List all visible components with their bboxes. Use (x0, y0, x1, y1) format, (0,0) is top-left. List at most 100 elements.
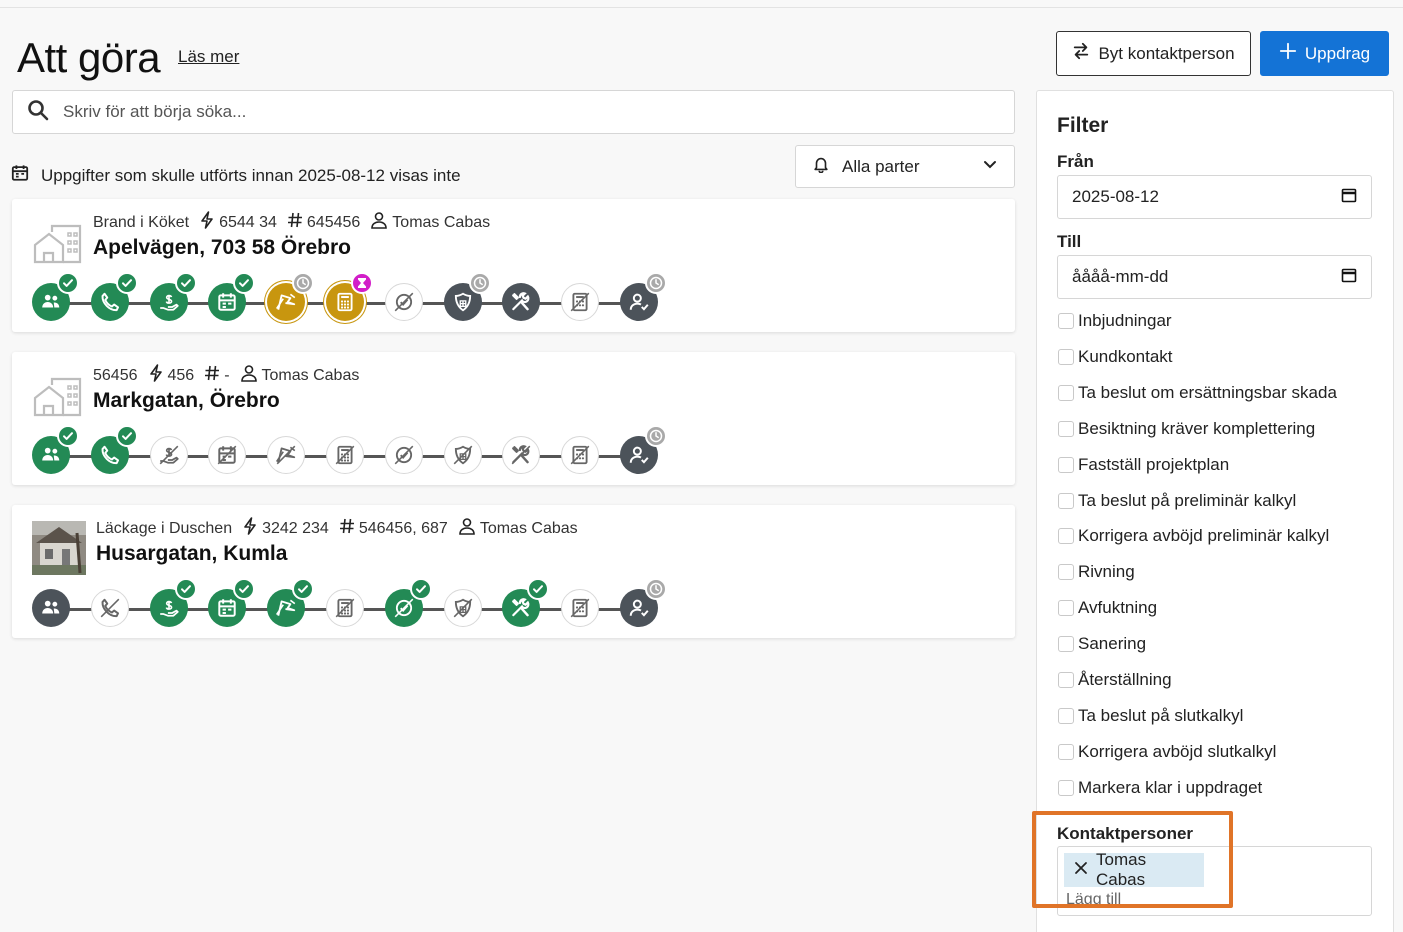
step-calendar[interactable] (208, 578, 256, 627)
clock-badge-icon (645, 578, 667, 600)
person-name: Tomas Cabas (479, 519, 578, 537)
filter-checkbox-row[interactable]: Markera klar i uppdraget (1058, 778, 1262, 798)
contacts-input[interactable]: Tomas Cabas Lägg till (1057, 846, 1372, 916)
filter-checkbox[interactable] (1058, 707, 1074, 724)
from-date-input[interactable]: 2025-08-12 (1057, 175, 1372, 219)
filter-checkbox-row[interactable]: Återställning (1058, 670, 1172, 690)
step-user-check[interactable] (620, 272, 667, 321)
filter-checkbox-row[interactable]: Korrigera avböjd preliminär kalkyl (1058, 526, 1329, 546)
filter-checkbox-label: Ta beslut på slutkalkyl (1078, 705, 1244, 725)
filter-checkbox[interactable] (1058, 348, 1074, 365)
step-calendar[interactable] (208, 436, 247, 474)
task-card[interactable]: Brand i Köket 6544 34 645456 Tomas Cabas Ape… (12, 199, 1015, 332)
reference-value: 645456 (306, 213, 361, 231)
filter-checkbox-row[interactable]: Sanering (1058, 634, 1146, 654)
from-date-value: 2025-08-12 (1072, 187, 1159, 206)
task-card[interactable]: 56456 456 - Tomas Cabas Markgatan, Örebro (12, 352, 1015, 485)
filter-checkbox-row[interactable]: Korrigera avböjd slutkalkyl (1058, 742, 1276, 762)
filter-checkbox[interactable] (1058, 420, 1074, 437)
step-tools[interactable] (502, 283, 541, 321)
filter-checkbox-label: Inbjudningar (1078, 311, 1172, 330)
filter-checkbox-row[interactable]: Besiktning kräver komplettering (1058, 419, 1315, 439)
step-check-off[interactable] (384, 578, 432, 627)
new-assignment-button[interactable]: Uppdrag (1260, 31, 1389, 76)
step-phone[interactable] (90, 425, 138, 474)
filter-checkbox[interactable] (1058, 672, 1074, 688)
close-icon[interactable] (1074, 860, 1088, 880)
filter-checkbox-row[interactable]: Inbjudningar (1058, 311, 1172, 331)
search-input[interactable] (63, 102, 963, 122)
filter-checkbox[interactable] (1058, 636, 1074, 653)
step-calculator[interactable] (326, 589, 364, 627)
tools-icon (510, 597, 532, 619)
step-calculator[interactable] (326, 436, 364, 474)
check-badge-icon (115, 272, 138, 294)
step-calculator[interactable] (326, 272, 373, 321)
to-date-input[interactable]: åååå-mm-dd (1057, 255, 1372, 299)
step-tools[interactable] (502, 578, 550, 627)
step-shield[interactable] (443, 436, 482, 474)
calendar-icon[interactable] (1341, 187, 1357, 208)
filter-checkbox[interactable] (1058, 456, 1074, 473)
switch-contact-button[interactable]: Byt kontaktperson (1056, 31, 1251, 76)
step-tools[interactable] (502, 436, 541, 474)
step-user-check[interactable] (620, 578, 667, 627)
task-card[interactable]: Läckage i Duschen 3242 234 546456, 687 Toma… (12, 505, 1015, 638)
step-flag[interactable] (267, 578, 315, 627)
plus-icon (1279, 42, 1297, 65)
step-shield[interactable] (443, 272, 491, 321)
step-phone[interactable] (90, 589, 129, 627)
card-name: Brand i Köket (93, 213, 190, 231)
hand-money-icon (158, 291, 180, 313)
calendar-icon (216, 291, 238, 313)
filter-checkbox[interactable] (1058, 313, 1074, 329)
calendar-icon[interactable] (1341, 267, 1357, 288)
contact-chip[interactable]: Tomas Cabas (1064, 850, 1204, 889)
step-user-check[interactable] (620, 425, 667, 474)
step-people[interactable] (32, 589, 70, 627)
read-more-link[interactable]: Läs mer (178, 47, 239, 67)
reference-value: 546456, 687 (358, 519, 448, 537)
step-calculator-off[interactable] (561, 283, 600, 321)
filter-checkbox[interactable] (1058, 564, 1074, 581)
step-shield[interactable] (443, 589, 482, 627)
step-flag[interactable] (267, 436, 306, 474)
card-person: Tomas Cabas (458, 517, 578, 540)
progress-steps (32, 272, 672, 325)
filter-checkbox-row[interactable]: Avfuktning (1058, 598, 1157, 618)
page-title: Att göra (17, 34, 161, 81)
card-address[interactable]: Apelvägen, 703 58 Örebro (93, 236, 351, 260)
add-contact-placeholder[interactable]: Lägg till (1066, 891, 1121, 909)
filter-checkbox[interactable] (1058, 779, 1074, 796)
party-select[interactable]: Alla parter (795, 145, 1015, 188)
step-check-off[interactable] (384, 283, 423, 321)
step-check-off[interactable] (384, 436, 423, 474)
filter-checkbox-row[interactable]: Ta beslut om ersättningsbar skada (1058, 383, 1337, 403)
filter-checkbox-row[interactable]: Ta beslut på slutkalkyl (1058, 706, 1243, 726)
step-people[interactable] (32, 272, 79, 321)
card-address[interactable]: Markgatan, Örebro (93, 389, 280, 413)
reference-value: - (224, 366, 230, 384)
clock-badge-icon (468, 272, 491, 294)
step-calculator-off[interactable] (561, 436, 600, 474)
filter-checkbox-row[interactable]: Ta beslut på preliminär kalkyl (1058, 491, 1296, 511)
filter-checkbox-row[interactable]: Rivning (1058, 562, 1135, 582)
filter-checkbox[interactable] (1058, 492, 1074, 509)
step-hand-money[interactable] (149, 436, 188, 474)
step-hand-money[interactable] (149, 578, 197, 627)
clock-badge-icon (645, 425, 667, 447)
filter-checkbox-row[interactable]: Kundkontakt (1058, 347, 1173, 367)
step-calculator-off[interactable] (561, 589, 600, 627)
step-flag[interactable] (267, 272, 315, 321)
card-address[interactable]: Husargatan, Kumla (96, 542, 287, 566)
to-label: Till (1057, 232, 1082, 251)
filter-checkbox[interactable] (1058, 528, 1074, 545)
filter-checkbox[interactable] (1058, 600, 1074, 617)
filter-checkbox[interactable] (1058, 743, 1074, 760)
filter-checkbox[interactable] (1058, 384, 1074, 401)
filter-checkbox-row[interactable]: Fastställ projektplan (1058, 455, 1229, 475)
step-phone[interactable] (90, 272, 138, 321)
step-calendar[interactable] (208, 272, 256, 321)
step-people[interactable] (32, 425, 79, 474)
step-hand-money[interactable] (149, 272, 197, 321)
